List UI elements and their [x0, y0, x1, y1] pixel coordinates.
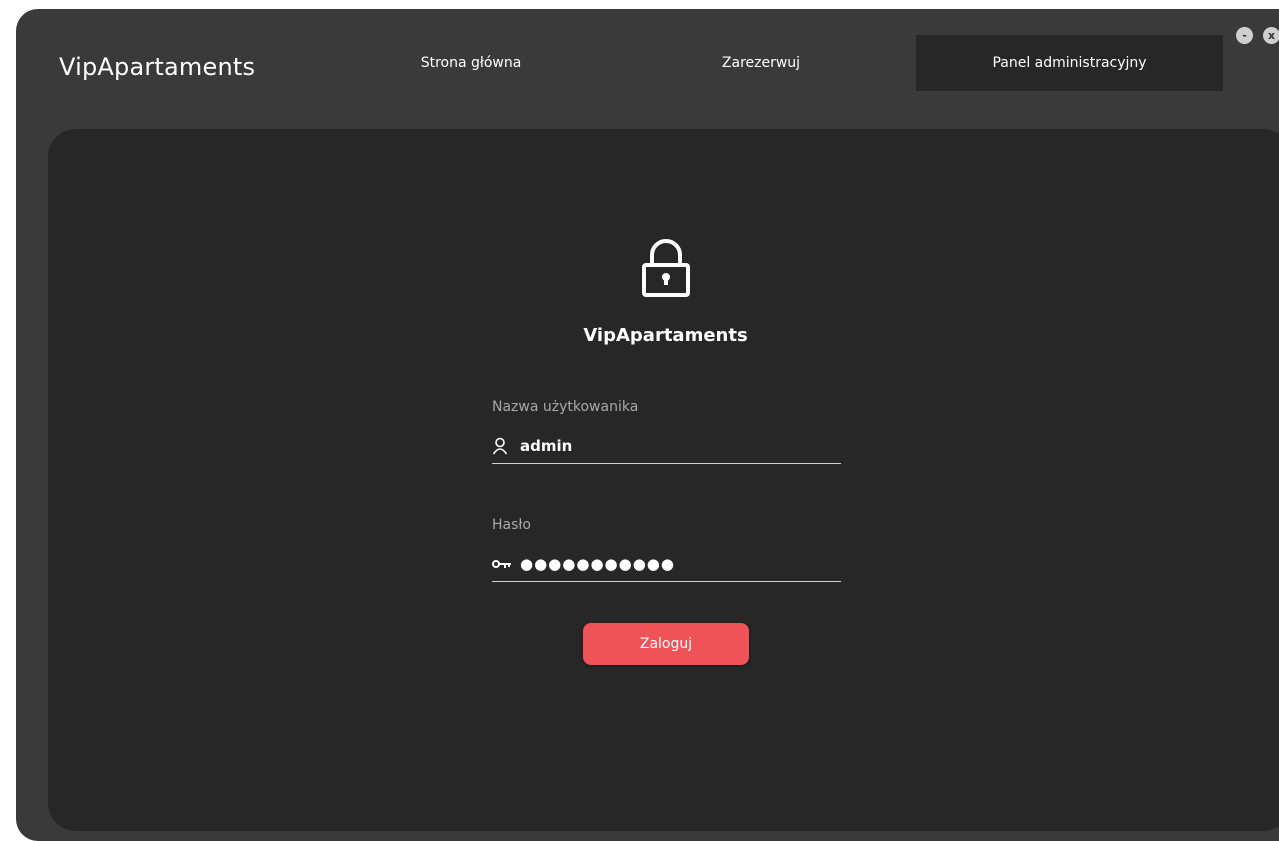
login-panel: VipApartaments Nazwa użytkowanika Hasło …: [48, 129, 1279, 831]
close-button[interactable]: x: [1263, 27, 1279, 44]
password-label: Hasło: [492, 517, 531, 533]
username-field: [492, 429, 841, 464]
brand-title: VipApartaments: [59, 53, 256, 81]
username-input[interactable]: [520, 437, 820, 455]
app-window: VipApartaments Strona główna Zarezerwuj …: [16, 9, 1279, 841]
nav-item-reserve[interactable]: Zarezerwuj: [636, 35, 886, 91]
login-title: VipApartaments: [583, 325, 748, 346]
nav-item-admin-panel[interactable]: Panel administracyjny: [916, 35, 1223, 91]
password-input[interactable]: [520, 555, 820, 573]
nav-item-home[interactable]: Strona główna: [346, 35, 596, 91]
user-icon: [492, 436, 514, 456]
username-label: Nazwa użytkowanika: [492, 399, 639, 415]
key-icon: [492, 554, 514, 574]
password-field: [492, 547, 841, 582]
login-button[interactable]: Zaloguj: [583, 623, 749, 665]
lock-icon: [642, 239, 690, 297]
minimize-button[interactable]: -: [1236, 27, 1253, 44]
